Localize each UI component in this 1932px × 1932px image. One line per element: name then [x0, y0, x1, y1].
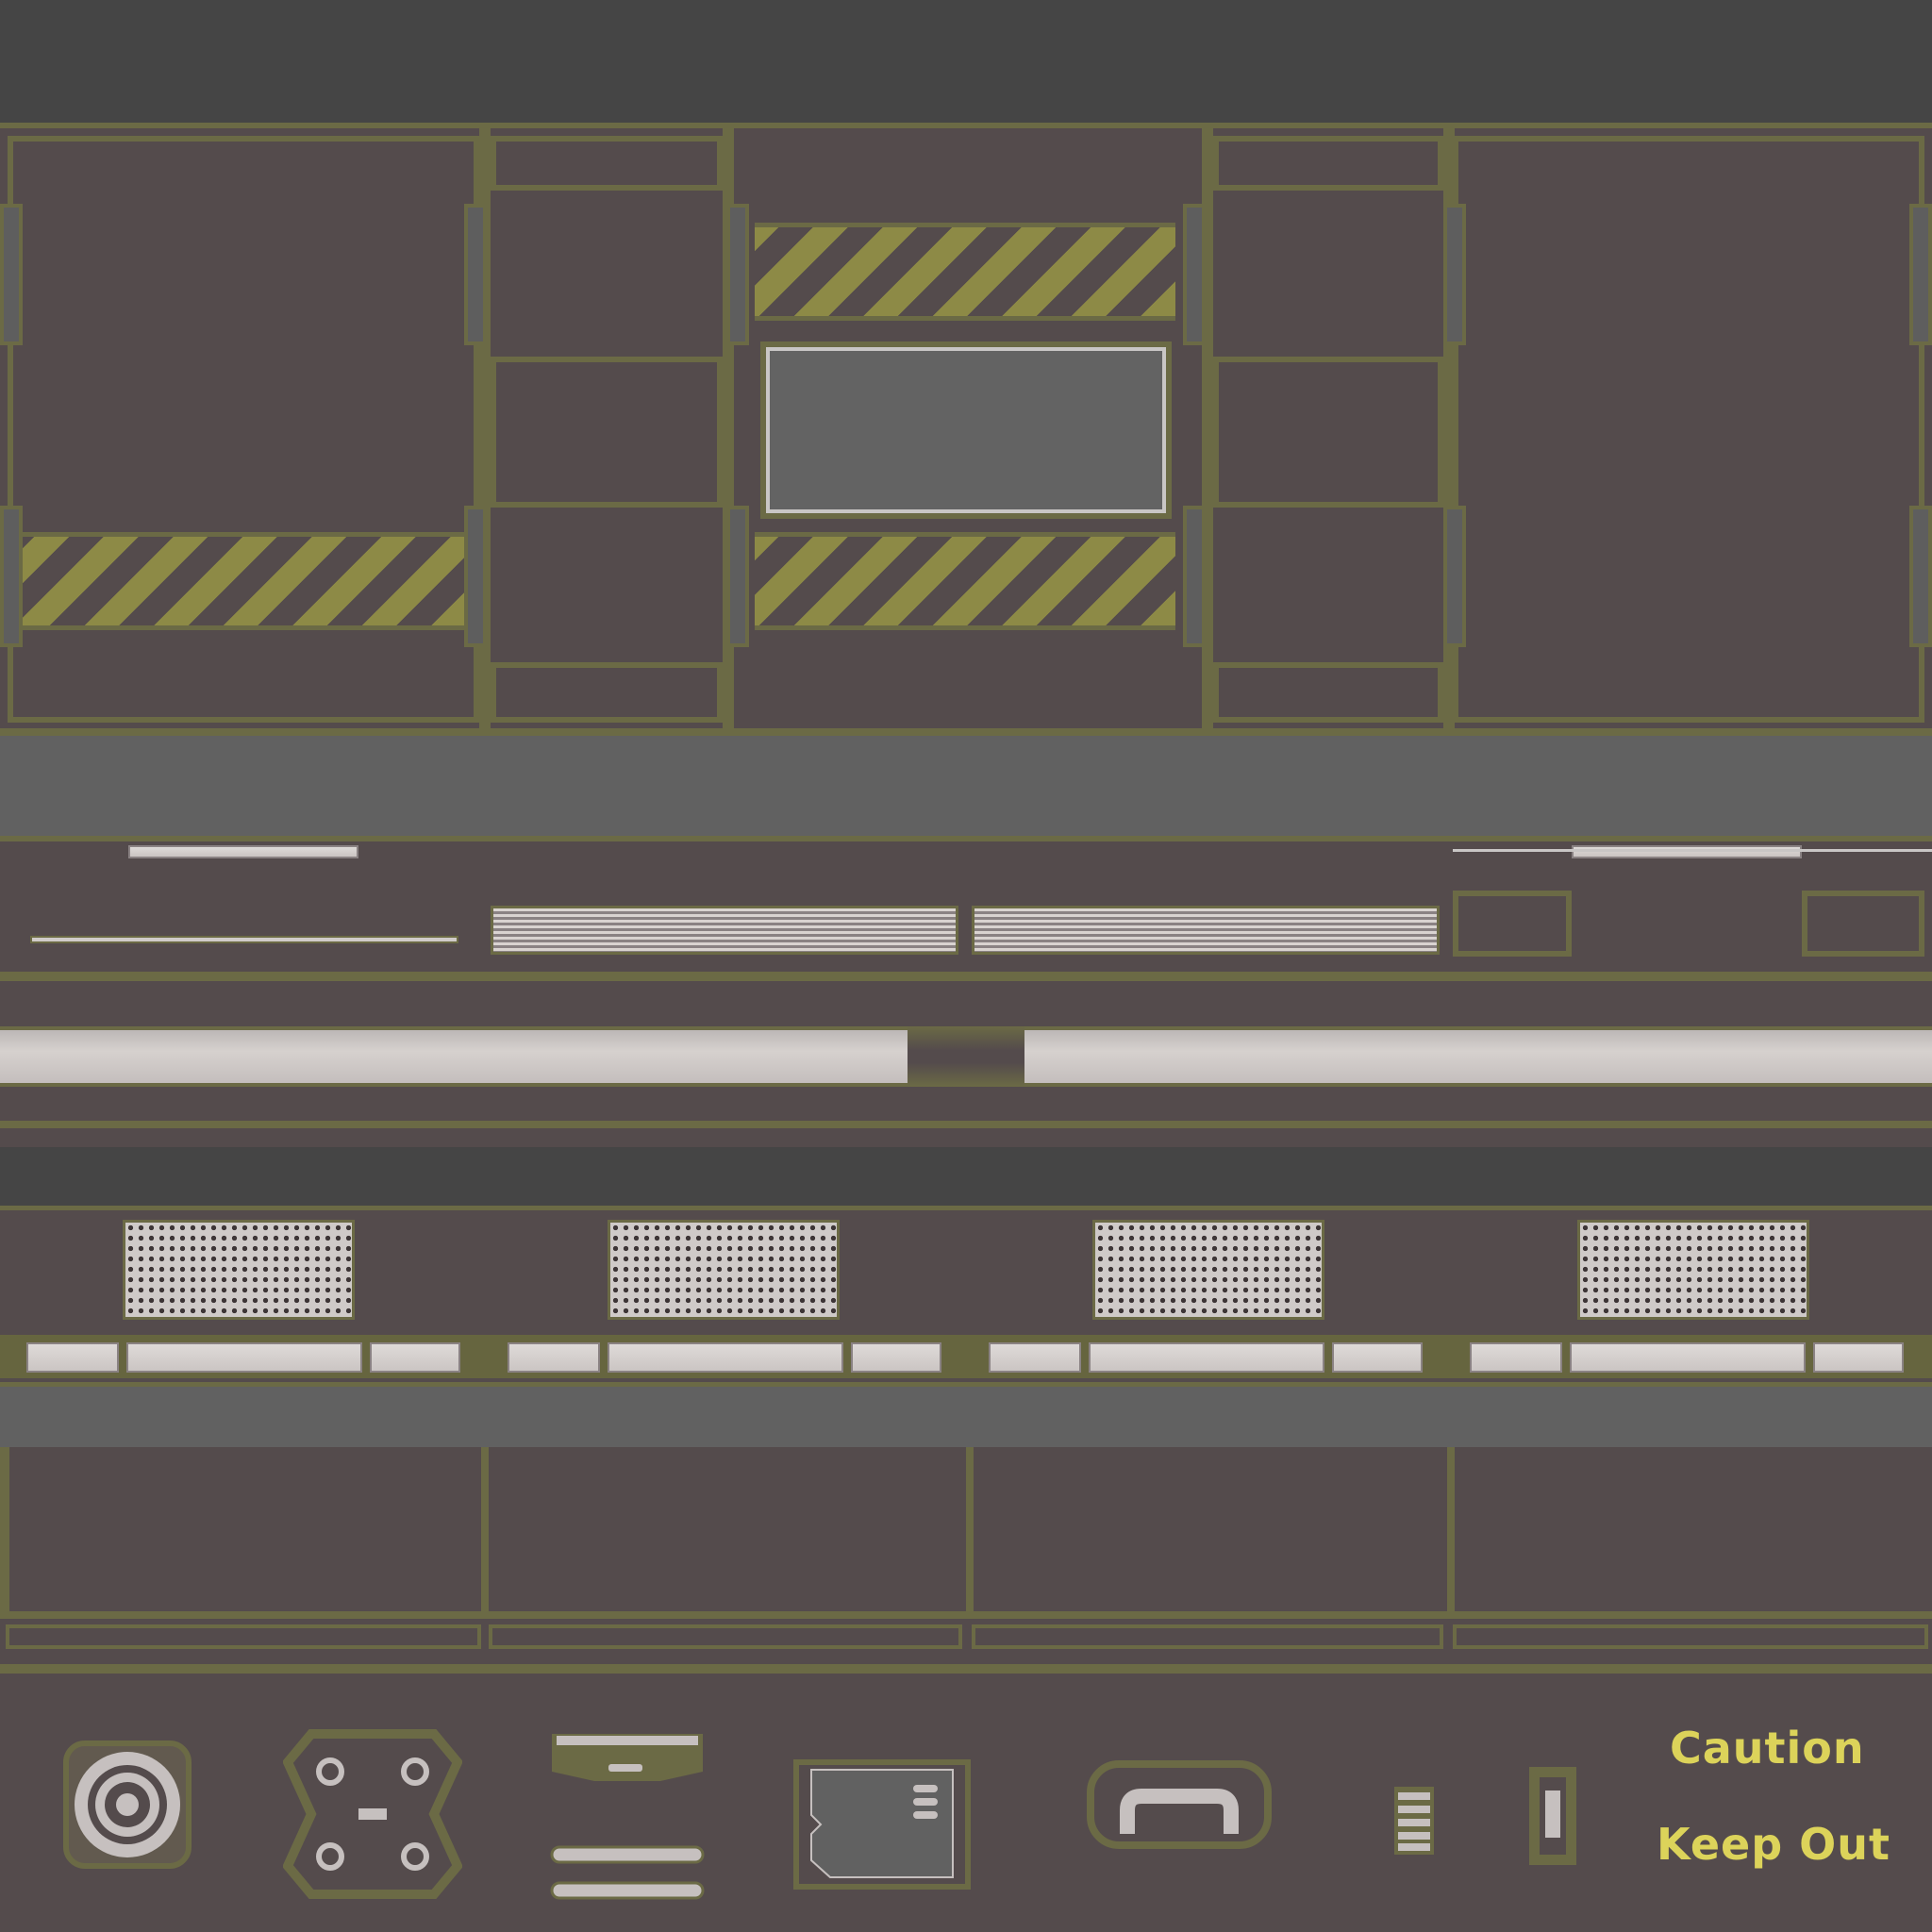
slot-plate-icon: [550, 1734, 705, 1900]
switch-icon: [1529, 1767, 1576, 1865]
column-block: [1213, 357, 1443, 508]
edge-notch: [464, 506, 487, 647]
decal-section: Caution Keep Out: [0, 1685, 1932, 1932]
vent-rail-section: [0, 836, 1932, 1147]
light-slat: [1089, 1342, 1324, 1373]
edge-notch: [1909, 506, 1932, 647]
light-slat: [1813, 1342, 1904, 1373]
panel-divider: [1447, 1447, 1455, 1617]
edge-notch: [1183, 204, 1206, 345]
panel-frame: [8, 136, 479, 723]
column-cap: [491, 662, 723, 723]
light-slat: [508, 1342, 600, 1373]
edge-notch: [464, 204, 487, 345]
rail-joint: [908, 1026, 1024, 1087]
light-slat: [989, 1342, 1081, 1373]
mesh-section: [0, 1206, 1932, 1387]
edge-notch: [1909, 204, 1932, 345]
edge-notch: [726, 506, 749, 647]
edge-notch: [0, 204, 23, 345]
light-slat: [1332, 1342, 1423, 1373]
light-slat: [1570, 1342, 1806, 1373]
mesh-grille: [123, 1220, 355, 1320]
panel-window: [760, 341, 1172, 519]
handle-icon: [1087, 1760, 1272, 1849]
column-cap: [1213, 136, 1443, 191]
hazard-stripe: [755, 223, 1175, 321]
sd-card-port-icon: [793, 1759, 971, 1890]
light-slat: [370, 1342, 460, 1373]
light-tab: [128, 845, 358, 858]
wall-panel-section: [0, 123, 1932, 736]
mesh-grille: [1092, 1220, 1324, 1320]
mesh-grille: [1577, 1220, 1809, 1320]
grey-band: [0, 736, 1932, 836]
thin-line: [1453, 849, 1932, 852]
edge-notch: [726, 204, 749, 345]
light-slat: [1470, 1342, 1562, 1373]
trim-strip: [972, 1624, 1443, 1649]
grey-band: [0, 1387, 1932, 1447]
hazard-stripe: [21, 532, 466, 630]
trim-line: [0, 1664, 1932, 1674]
panel-divider: [481, 1447, 489, 1617]
trim-strip: [1453, 1624, 1928, 1649]
edge-notch: [1443, 204, 1466, 345]
column-cap: [1213, 662, 1443, 723]
lower-panel-section: [0, 1447, 1932, 1685]
thin-light-bar: [30, 936, 458, 943]
light-slat: [126, 1342, 362, 1373]
trim-line: [0, 1121, 1932, 1128]
light-slat: [851, 1342, 941, 1373]
keep-out-decal: Keep Out: [1657, 1819, 1891, 1870]
light-slat: [26, 1342, 119, 1373]
edge-notch: [1443, 506, 1466, 647]
column-block: [491, 357, 723, 508]
panel-divider: [966, 1447, 974, 1617]
light-tab: [1572, 845, 1802, 858]
trim-strip: [6, 1624, 481, 1649]
panel-frame: [1453, 136, 1924, 723]
column-cap: [491, 136, 723, 191]
caution-decal: Caution: [1670, 1723, 1865, 1774]
round-hatch-icon: [63, 1740, 192, 1869]
dark-band: [0, 1147, 1932, 1206]
panel-divider: [0, 1447, 9, 1617]
mesh-grille: [608, 1220, 840, 1320]
small-box: [1453, 891, 1572, 957]
trim-line: [0, 1611, 1932, 1619]
hazard-stripe: [755, 532, 1175, 630]
vent-grille-icon: [1394, 1787, 1434, 1855]
four-bolt-plate-icon: [283, 1729, 462, 1899]
vent-grille: [491, 906, 958, 955]
edge-notch: [0, 506, 23, 647]
vent-grille: [972, 906, 1440, 955]
small-box: [1802, 891, 1924, 957]
light-slat: [608, 1342, 843, 1373]
trim-strip: [489, 1624, 962, 1649]
trim-line: [0, 972, 1932, 981]
edge-notch: [1183, 506, 1206, 647]
top-dark-strip: [0, 0, 1932, 123]
